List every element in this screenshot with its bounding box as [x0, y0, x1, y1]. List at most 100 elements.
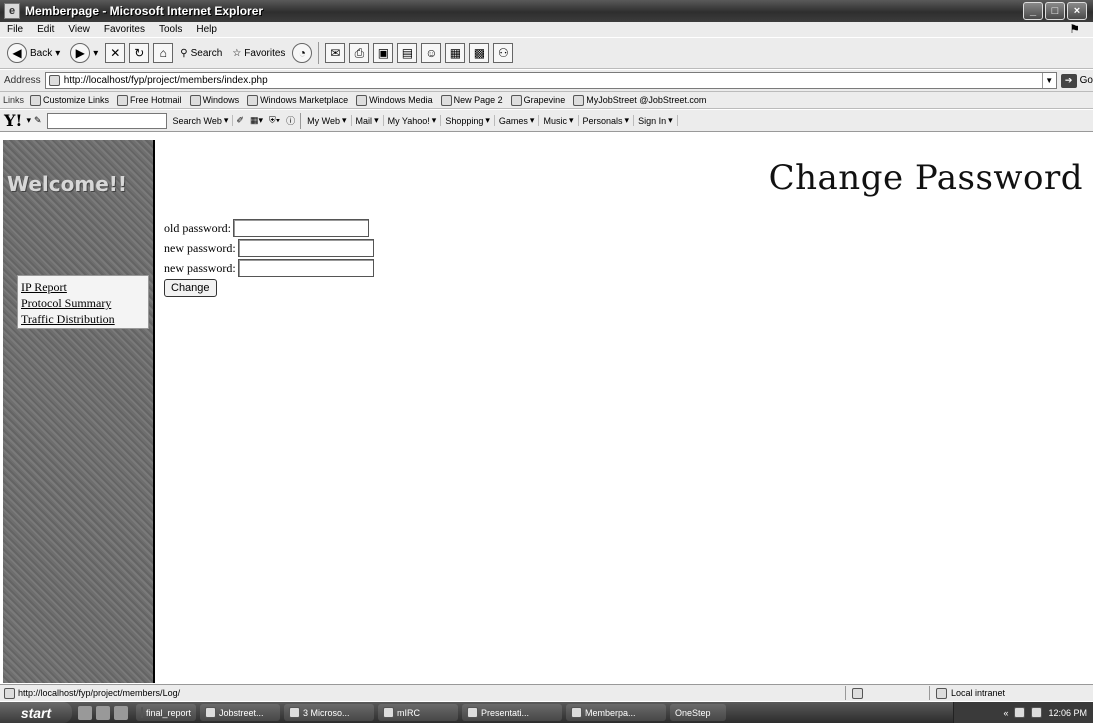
- go-label: Go: [1079, 75, 1093, 86]
- taskbar-item[interactable]: Jobstreet...: [200, 704, 280, 721]
- menu-tools[interactable]: Tools: [152, 24, 189, 35]
- shield-icon[interactable]: ⛨▾: [266, 115, 283, 126]
- link-label: New Page 2: [453, 95, 503, 105]
- link-icon: [356, 94, 368, 106]
- taskbar-item[interactable]: Memberpa...: [566, 704, 666, 721]
- start-button[interactable]: start: [0, 702, 72, 723]
- forward-button[interactable]: ▶ ▾: [67, 41, 101, 65]
- quick-launch-icon[interactable]: [78, 705, 92, 720]
- link-label: Grapevine: [523, 95, 566, 105]
- status-bar: http://localhost/fyp/project/members/Log…: [0, 684, 1093, 701]
- research-icon[interactable]: ▦: [445, 43, 466, 63]
- link-item[interactable]: MyJobStreet @JobStreet.com: [570, 94, 711, 106]
- yahoo-shopping-button[interactable]: Shopping ▾: [441, 115, 495, 126]
- yahoo-logo-icon[interactable]: Y!: [0, 111, 26, 130]
- star-icon: ☆: [232, 47, 242, 59]
- link-item[interactable]: Free Hotmail: [114, 94, 187, 106]
- link-item[interactable]: Customize Links: [27, 94, 114, 106]
- taskbar-item[interactable]: OneStep: [670, 704, 726, 721]
- link-item[interactable]: Windows: [187, 94, 245, 106]
- taskbar-item[interactable]: Presentati...: [462, 704, 562, 721]
- link-label: Windows: [202, 95, 240, 105]
- standard-toolbar: ◀ Back ▾ ▶ ▾ ✕ ↻ ⌂ ⚲ Search ☆ Favorites …: [0, 37, 1093, 69]
- link-icon: [510, 94, 522, 106]
- print-icon[interactable]: ⎙: [349, 43, 370, 63]
- yahoo-mail-button[interactable]: Mail ▾: [352, 115, 384, 126]
- quick-launch-icon[interactable]: [96, 705, 110, 720]
- yahoo-personals-button[interactable]: Personals ▾: [579, 115, 635, 126]
- search-icon: ⚲: [180, 47, 188, 59]
- change-button[interactable]: Change: [164, 279, 217, 297]
- menu-favorites[interactable]: Favorites: [97, 24, 152, 35]
- users-icon[interactable]: ⚇: [493, 43, 514, 63]
- menu-file[interactable]: File: [0, 24, 30, 35]
- task-label: Presentati...: [481, 707, 530, 718]
- media-icon[interactable]: ▩: [469, 43, 490, 63]
- history-icon[interactable]: ◔: [292, 43, 313, 63]
- taskbar-item[interactable]: 3 Microso...: [284, 704, 374, 721]
- home-icon[interactable]: ⌂: [153, 43, 174, 63]
- yahoo-signin-button[interactable]: Sign In ▾: [634, 115, 678, 126]
- zone-label: Local intranet: [951, 688, 1006, 698]
- quick-launch-icon[interactable]: [114, 705, 128, 720]
- grid-icon[interactable]: ▦▾: [247, 115, 266, 126]
- chevron-left-icon[interactable]: «: [1003, 708, 1008, 718]
- tray-icon[interactable]: [1014, 707, 1026, 718]
- minimize-button[interactable]: _: [1023, 2, 1043, 20]
- page-icon: [4, 687, 15, 699]
- menu-edit[interactable]: Edit: [30, 24, 61, 35]
- tray-icon[interactable]: [1031, 707, 1043, 718]
- chevron-down-icon[interactable]: ▼: [1041, 73, 1056, 88]
- menu-view[interactable]: View: [61, 24, 97, 35]
- security-zone: Local intranet: [930, 687, 1006, 699]
- link-item[interactable]: Grapevine: [508, 94, 571, 106]
- menu-bar: File Edit View Favorites Tools Help ⚑: [0, 22, 1093, 37]
- search-button[interactable]: ⚲ Search: [177, 46, 225, 61]
- yahoo-music-button[interactable]: Music ▾: [539, 115, 579, 126]
- task-icon: [289, 707, 300, 718]
- yahoo-search-button[interactable]: Search Web ▾: [169, 115, 234, 126]
- status-url: http://localhost/fyp/project/members/Log…: [18, 688, 181, 698]
- window-title: Memberpage - Microsoft Internet Explorer: [25, 4, 264, 18]
- maximize-button[interactable]: □: [1045, 2, 1065, 20]
- favorites-button[interactable]: ☆ Favorites: [229, 46, 288, 61]
- new-password-row: new password:: [164, 238, 374, 258]
- yahoo-item-label: My Web: [307, 115, 341, 126]
- confirm-password-field[interactable]: [237, 259, 374, 277]
- pencil-icon[interactable]: ✎: [31, 115, 45, 126]
- yahoo-search-input[interactable]: [46, 112, 167, 129]
- stop-icon[interactable]: ✕: [105, 43, 126, 63]
- link-item[interactable]: Windows Media: [353, 94, 438, 106]
- refresh-icon[interactable]: ↻: [129, 43, 150, 63]
- sidebar-item-traffic-distribution[interactable]: Traffic Distribution: [21, 311, 145, 327]
- mail-icon[interactable]: ✉: [325, 43, 346, 63]
- chevron-down-icon[interactable]: ▾: [55, 48, 60, 59]
- taskbar-item[interactable]: final_report: [136, 704, 196, 721]
- sidebar-item-protocol-summary[interactable]: Protocol Summary: [21, 295, 145, 311]
- link-item[interactable]: Windows Marketplace: [244, 94, 353, 106]
- link-icon: [117, 94, 129, 106]
- sidebar-item-ip-report[interactable]: IP Report: [21, 279, 145, 295]
- chevron-down-icon[interactable]: ▾: [93, 48, 98, 59]
- new-password-field[interactable]: [237, 239, 374, 257]
- back-button[interactable]: ◀ Back ▾: [4, 41, 63, 65]
- link-item[interactable]: New Page 2: [438, 94, 508, 106]
- clock[interactable]: 12:06 PM: [1048, 708, 1087, 718]
- go-button[interactable]: ➔ Go: [1060, 73, 1093, 88]
- yahoo-item-label: Music: [543, 115, 567, 126]
- yahoo-myweb-button[interactable]: My Web ▾: [303, 115, 352, 126]
- yahoo-myyahoo-button[interactable]: My Yahoo! ▾: [384, 115, 442, 126]
- task-label: final_report: [146, 707, 192, 718]
- taskbar-item[interactable]: mIRC: [378, 704, 458, 721]
- info-icon[interactable]: ⓘ: [283, 114, 298, 127]
- menu-help[interactable]: Help: [189, 24, 224, 35]
- messenger-icon[interactable]: ☺: [421, 43, 442, 63]
- old-password-field[interactable]: [233, 219, 369, 237]
- discuss-icon[interactable]: ▤: [397, 43, 418, 63]
- address-input[interactable]: http://localhost/fyp/project/members/ind…: [44, 72, 1057, 89]
- highlight-icon[interactable]: ✐: [233, 115, 247, 126]
- close-button[interactable]: ×: [1067, 2, 1087, 20]
- confirm-password-label: new password:: [164, 260, 236, 275]
- edit-icon[interactable]: ▣: [373, 43, 394, 63]
- yahoo-games-button[interactable]: Games ▾: [495, 115, 540, 126]
